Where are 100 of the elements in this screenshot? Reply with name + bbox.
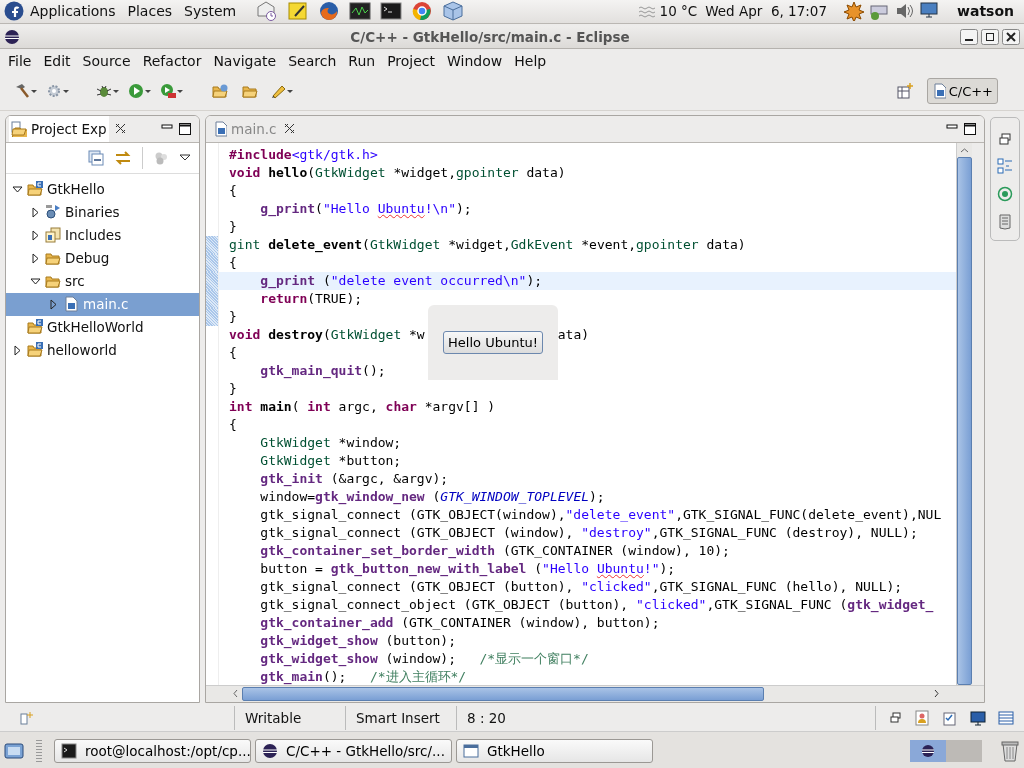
system-monitor-icon[interactable] [349,1,372,22]
target-icon[interactable] [997,185,1013,202]
close-button-icon[interactable] [1002,29,1020,46]
window-icon [463,743,479,760]
code-line: gtk_signal_connect (GTK_OBJECT (window), "destroy",GTK_SIGNAL_FUNC (destroy), NULL); [259,523,919,542]
link-editor-icon[interactable] [114,149,132,166]
firefox-icon[interactable] [318,1,341,22]
workspace-switcher-cell[interactable] [910,740,946,763]
menu-item[interactable]: Edit [37,53,77,70]
gear-icon[interactable] [46,83,70,100]
project-folder-icon [27,319,43,336]
run-tool-icon[interactable] [160,83,184,100]
collapse-arrow-icon[interactable] [12,183,23,195]
expand-arrow-icon[interactable] [30,229,41,241]
taskbar-button[interactable]: GtkHello [456,739,653,764]
tree-item[interactable]: Debug [6,246,199,270]
mail-clock-icon[interactable] [256,1,279,22]
panel-menu[interactable]: System [178,3,243,20]
chrome-icon[interactable] [411,1,434,22]
terminal-icon[interactable] [380,1,403,22]
person-card-icon[interactable] [914,710,930,727]
restore-icon[interactable] [890,712,902,725]
code-line: { [229,343,238,362]
panel-menu[interactable]: Places [121,3,179,20]
menu-item[interactable]: Refactor [136,53,208,70]
code-line: gtk_main_quit(); [259,361,387,380]
run-icon[interactable] [128,83,152,100]
bug-icon[interactable] [96,83,120,100]
maximize-button-icon[interactable] [981,29,999,46]
project-explorer-icon [11,120,27,137]
restore-icon[interactable] [998,131,1012,146]
taskbar-button[interactable]: C/C++ - GtkHello/src/... [255,739,452,764]
expand-arrow-icon[interactable] [48,298,59,310]
tree-item[interactable]: GtkHelloWorld [6,315,199,339]
menu-item[interactable]: Window [441,53,509,70]
horizontal-scrollbar[interactable] [206,684,984,702]
document-icon[interactable] [998,213,1012,230]
menu-item[interactable]: Source [76,53,137,70]
c-file-icon [213,120,227,137]
menu-item[interactable]: Search [282,53,343,70]
code-line: } [229,307,238,326]
menu-item[interactable]: Help [508,53,553,70]
pen-icon[interactable] [270,83,294,100]
temperature[interactable]: 10 °C [655,3,702,20]
update-notifier-icon[interactable] [843,1,865,22]
open-perspective-icon[interactable] [896,83,913,100]
hello-button[interactable]: Hello Ubuntu! [443,330,543,354]
code-line: gtk_container_set_border_width (GTK_CONTAINER (window), 10); [259,541,731,560]
show-desktop-icon[interactable] [4,741,24,762]
fedora-logo-icon[interactable] [4,1,24,22]
perspective-button[interactable]: C/C++ [926,78,998,105]
notes-icon[interactable] [287,1,310,22]
hammer-icon[interactable] [14,83,38,100]
code-line: gtk_container_add (GTK_CONTAINER (window), button); [259,613,661,632]
panel-menu[interactable]: Applications [24,3,122,20]
menu-item[interactable]: Run [342,53,382,70]
expand-arrow-icon[interactable] [12,344,23,356]
code-line: void hello(GtkWidget *widget,gpointer data) [229,163,567,182]
collapse-all-icon[interactable] [88,149,104,166]
code-line: GtkWidget *button; [259,451,403,470]
tasks-icon[interactable] [942,710,958,727]
scroll-thumb[interactable] [242,686,764,701]
folder-icon [45,273,61,290]
project-folder-icon [27,342,43,359]
clock[interactable]: Wed Apr 6, 17:07 [701,3,831,20]
tree-item[interactable]: Binaries [6,200,199,224]
code-line: { [229,253,238,272]
collapse-arrow-icon[interactable] [30,275,41,287]
user-name[interactable]: watson [957,3,1014,20]
eclipse-icon[interactable] [4,29,20,46]
table-icon[interactable] [998,710,1014,727]
menu-item[interactable]: File [2,53,38,70]
code-line: } [229,379,238,398]
tree-item[interactable]: src [6,269,199,293]
close-icon[interactable] [114,123,126,135]
console-icon[interactable] [970,710,986,727]
workspace-switcher-cell[interactable] [946,740,982,763]
view-menu-icon[interactable] [179,153,191,162]
status-field: Smart Insert [345,706,456,731]
tree-item[interactable]: helloworld [6,338,199,362]
open-project-icon[interactable] [212,83,230,100]
tree-item[interactable]: GtkHello [6,177,199,201]
folder-icon[interactable] [242,83,260,100]
expand-arrow-icon[interactable] [30,206,41,218]
expand-arrow-icon[interactable] [30,252,41,264]
code-line: gtk_widget_show (window); /*显示一个窗口*/ [259,649,590,668]
c-file-icon [63,296,79,313]
maximize-icon[interactable] [179,122,191,135]
code-line: gtk_signal_connect_object (GTK_OBJECT (button), "clicked",GTK_SIGNAL_FUNC (gtk_widget_ [259,595,935,614]
menu-item[interactable]: Project [381,53,442,70]
cube-icon[interactable] [442,1,465,22]
trash-icon[interactable] [1000,740,1020,763]
tree-item[interactable]: Includes [6,223,199,247]
menu-item[interactable]: Navigate [207,53,283,70]
maximize-icon[interactable] [964,122,976,135]
minimize-button-icon[interactable] [960,29,978,46]
close-icon[interactable] [284,123,296,135]
taskbar-button[interactable]: root@localhost:/opt/cp... [54,739,251,764]
outline-icon[interactable] [997,157,1013,174]
view-tab[interactable]: Project Exp [9,115,109,142]
